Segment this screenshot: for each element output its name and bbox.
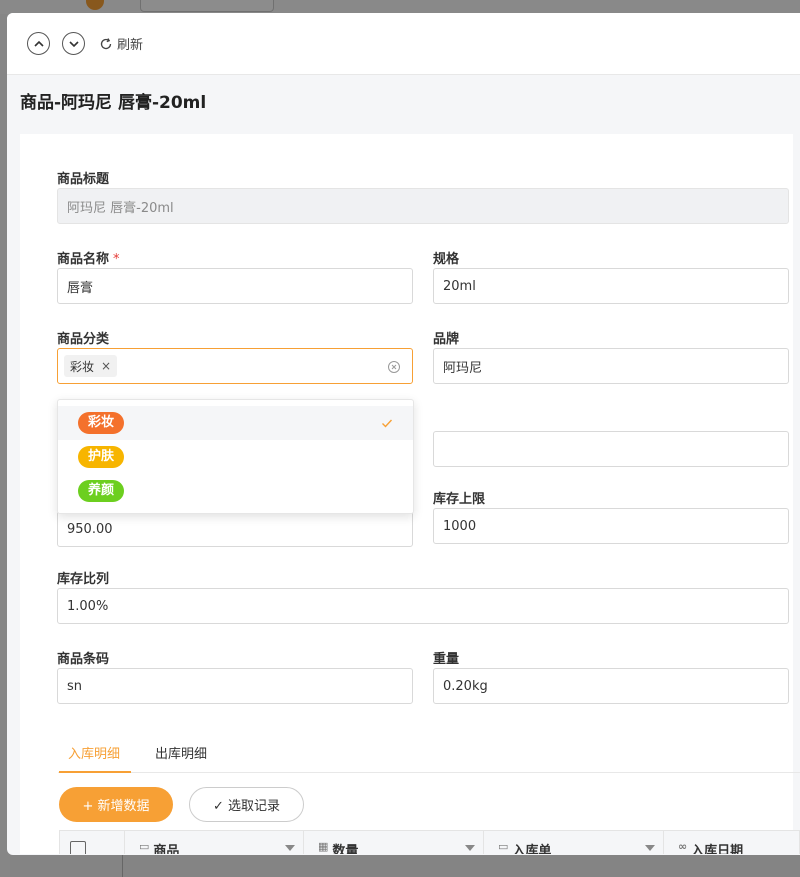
refresh-label: 刷新	[117, 38, 144, 53]
weight-input[interactable]: 0.20kg	[433, 668, 789, 704]
column-header-label: 数量	[332, 844, 359, 854]
column-type-icon: ▭	[498, 840, 509, 853]
detail-tabs: 入库明细 出库明细	[58, 735, 800, 773]
column-header-label: 入库日期	[691, 844, 744, 854]
category-option[interactable]: 护肤	[58, 440, 413, 474]
column-header-label: 商品	[153, 844, 180, 854]
chevron-down-icon	[68, 40, 79, 47]
stock-ratio-value: 1.00%	[67, 598, 109, 614]
barcode-field: 商品条码 sn	[57, 648, 413, 704]
table-header: ▭ 商品 ▦ 数量 ▭ 入库单 ∞ 入库日期	[59, 830, 800, 854]
category-dropdown: 彩妆 护肤 养颜	[57, 399, 414, 514]
weight-label: 重量	[433, 652, 460, 667]
brand-value: 阿玛尼	[443, 360, 483, 376]
category-label: 商品分类	[57, 332, 110, 347]
link-icon: ∞	[678, 840, 688, 853]
category-select[interactable]: 彩妆 ×	[57, 348, 413, 384]
stock-lower-input[interactable]: 950.00	[57, 511, 413, 547]
stock-upper-label: 库存上限	[433, 492, 486, 507]
caret-down-icon[interactable]	[465, 845, 475, 851]
barcode-value: sn	[67, 678, 83, 694]
stock-ratio-label: 库存比列	[57, 572, 110, 587]
add-record-button[interactable]: + 新增数据	[59, 787, 173, 822]
refresh-icon	[100, 37, 112, 49]
column-header[interactable]: ▦ 数量	[304, 831, 484, 854]
name-input[interactable]: 唇膏	[57, 268, 413, 304]
stock-lower-field: 950.00	[57, 511, 413, 547]
title-label: 商品标题	[57, 172, 110, 187]
stock-upper-input[interactable]: 1000	[433, 508, 789, 544]
select-all-header	[60, 831, 125, 854]
title-value: 阿玛尼 唇膏-20ml	[67, 200, 174, 216]
brand-label: 品牌	[433, 332, 460, 347]
stock-upper-field: 库存上限 1000	[433, 488, 789, 544]
column-header[interactable]: ▭ 商品	[125, 831, 304, 854]
previous-record-button[interactable]	[27, 32, 50, 55]
spec-value: 20ml	[443, 278, 476, 294]
check-icon	[382, 419, 393, 428]
barcode-input[interactable]: sn	[57, 668, 413, 704]
caret-down-icon[interactable]	[645, 845, 655, 851]
select-record-button[interactable]: ✓ 选取记录	[189, 787, 304, 822]
stock-ratio-field: 库存比列 1.00%	[57, 568, 789, 624]
category-tag-label: 彩妆	[70, 359, 95, 374]
title-field: 商品标题 阿玛尼 唇膏-20ml	[57, 168, 789, 224]
category-field: 商品分类 彩妆 ×	[57, 328, 413, 384]
category-tag: 彩妆 ×	[64, 355, 118, 377]
stock-ratio-input[interactable]: 1.00%	[57, 588, 789, 624]
remove-tag-icon[interactable]: ×	[101, 359, 111, 373]
clear-icon[interactable]	[387, 360, 401, 374]
weight-value: 0.20kg	[443, 678, 488, 694]
brand-field: 品牌 阿玛尼	[433, 328, 789, 384]
chevron-up-icon	[33, 40, 44, 47]
column-header[interactable]: ▭ 入库单	[484, 831, 664, 854]
required-mark: *	[113, 252, 120, 267]
name-field: 商品名称 * 唇膏	[57, 248, 413, 304]
brand-input[interactable]: 阿玛尼	[433, 348, 789, 384]
name-label-text: 商品名称	[57, 252, 110, 267]
category-option-pill: 养颜	[78, 480, 125, 502]
title-input: 阿玛尼 唇膏-20ml	[57, 188, 789, 224]
spec-field: 规格 20ml	[433, 248, 789, 304]
refresh-button[interactable]: 刷新	[99, 34, 143, 53]
category-option-pill: 彩妆	[78, 412, 125, 434]
category-option[interactable]: 彩妆	[58, 406, 413, 440]
row4-right-field	[433, 431, 789, 467]
tab-inbound[interactable]: 入库明细	[59, 743, 131, 773]
next-record-button[interactable]	[62, 32, 85, 55]
spec-input[interactable]: 20ml	[433, 268, 789, 304]
tab-outbound[interactable]: 出库明细	[155, 743, 207, 773]
column-type-icon: ▭	[139, 840, 150, 853]
weight-field: 重量 0.20kg	[433, 648, 789, 704]
caret-down-icon[interactable]	[285, 845, 295, 851]
column-header[interactable]: ∞ 入库日期	[664, 831, 799, 854]
name-label: 商品名称 *	[57, 248, 413, 268]
category-option-pill: 护肤	[78, 446, 125, 468]
column-type-icon: ▦	[318, 840, 329, 853]
stock-lower-value: 950.00	[67, 521, 113, 537]
category-option[interactable]: 养颜	[58, 474, 413, 508]
stock-upper-value: 1000	[443, 518, 477, 534]
record-title: 商品-阿玛尼 唇膏-20ml	[20, 93, 207, 113]
drawer-toolbar: 刷新	[7, 13, 800, 75]
select-all-checkbox[interactable]	[70, 841, 86, 854]
column-header-label: 入库单	[512, 844, 552, 854]
barcode-label: 商品条码	[57, 652, 110, 667]
name-value: 唇膏	[67, 280, 94, 296]
row4-right-input[interactable]	[433, 431, 789, 467]
spec-label: 规格	[433, 252, 460, 267]
